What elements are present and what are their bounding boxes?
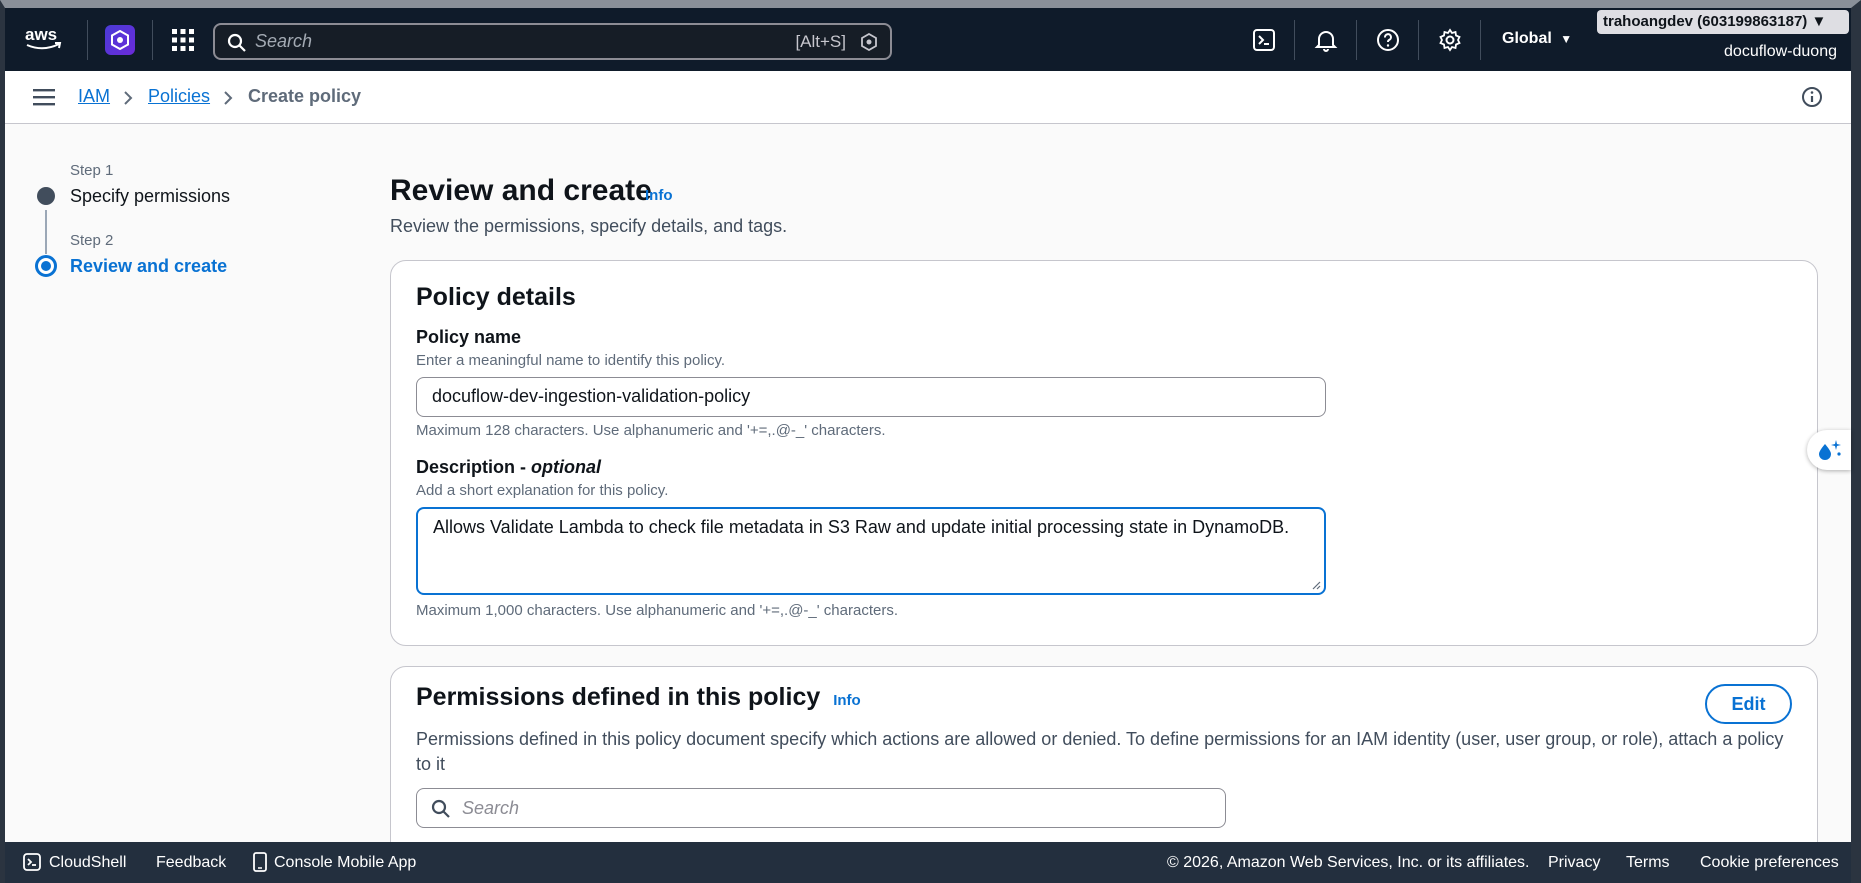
search-icon bbox=[431, 799, 450, 818]
console-footer: CloudShell Feedback Console Mobile App ©… bbox=[5, 842, 1851, 883]
footer-privacy-link[interactable]: Privacy bbox=[1548, 854, 1600, 872]
description-value: Allows Validate Lambda to check file met… bbox=[433, 517, 1290, 537]
account-user[interactable]: docuflow-duong bbox=[1724, 43, 1837, 61]
footer-copyright: © 2026, Amazon Web Services, Inc. or its… bbox=[1167, 854, 1530, 871]
policy-name-desc: Enter a meaningful name to identify this… bbox=[416, 352, 726, 369]
account-menu[interactable]: trahoangdev (603199863187) ▼ bbox=[1597, 10, 1849, 34]
breadcrumb-iam[interactable]: IAM bbox=[78, 86, 110, 107]
search-icon bbox=[227, 33, 246, 52]
policy-name-label: Policy name bbox=[416, 327, 522, 347]
description-constraint: Maximum 1,000 characters. Use alphanumer… bbox=[416, 602, 898, 619]
page-title: Review and create bbox=[390, 174, 652, 207]
chevron-right-icon bbox=[224, 91, 233, 105]
step-1-label: Step 1 bbox=[70, 162, 114, 179]
step-2-label: Step 2 bbox=[70, 232, 114, 249]
svg-text:aws: aws bbox=[25, 25, 57, 44]
sparkle-droplet-icon bbox=[1819, 440, 1841, 460]
breadcrumb-policies[interactable]: Policies bbox=[148, 86, 210, 107]
top-navigation: aws Search [Alt+S] Global ▼ trahoangdev … bbox=[5, 8, 1851, 71]
global-search-input[interactable]: Search [Alt+S] bbox=[213, 23, 892, 60]
aws-logo[interactable]: aws bbox=[23, 22, 65, 54]
step-1-title[interactable]: Specify permissions bbox=[70, 186, 230, 207]
footer-mobile-app-link[interactable]: Console Mobile App bbox=[274, 854, 416, 872]
permissions-search-placeholder: Search bbox=[462, 798, 520, 818]
help-icon[interactable] bbox=[1376, 28, 1400, 52]
region-label: Global bbox=[1502, 30, 1552, 47]
caret-down-icon: ▼ bbox=[1560, 32, 1573, 46]
permissions-title-text: Permissions defined in this policy bbox=[416, 683, 821, 711]
search-hint-icon bbox=[861, 33, 877, 51]
page-info-link[interactable]: Info bbox=[645, 187, 673, 204]
description-textarea[interactable]: Allows Validate Lambda to check file met… bbox=[416, 507, 1326, 595]
permissions-search-input[interactable]: Search bbox=[416, 788, 1226, 828]
description-optional: optional bbox=[531, 457, 602, 477]
cloudshell-icon[interactable] bbox=[1252, 28, 1276, 52]
region-selector[interactable]: Global ▼ bbox=[1502, 30, 1572, 48]
description-desc: Add a short explanation for this policy. bbox=[416, 482, 669, 499]
search-placeholder: Search bbox=[255, 31, 313, 51]
page-subtitle: Review the permissions, specify details,… bbox=[390, 216, 788, 236]
app-badge-icon[interactable] bbox=[105, 25, 135, 55]
footer-terms-link[interactable]: Terms bbox=[1626, 854, 1670, 872]
search-shortcut: [Alt+S] bbox=[795, 31, 846, 51]
policy-name-constraint: Maximum 128 characters. Use alphanumeric… bbox=[416, 422, 886, 439]
menu-icon[interactable] bbox=[33, 88, 55, 106]
step-2-indicator bbox=[35, 255, 57, 277]
permissions-description: Permissions defined in this policy docum… bbox=[416, 729, 1784, 774]
cloudshell-icon bbox=[23, 853, 41, 871]
permissions-title: Permissions defined in this policy Info bbox=[416, 683, 861, 712]
footer-cloudshell-link[interactable]: CloudShell bbox=[49, 854, 126, 872]
settings-icon[interactable] bbox=[1438, 28, 1462, 52]
side-assistant-button[interactable] bbox=[1807, 430, 1851, 470]
description-label: Description - optional bbox=[416, 457, 601, 478]
policy-name-input[interactable]: docuflow-dev-ingestion-validation-policy bbox=[416, 377, 1326, 417]
policy-details-title: Policy details bbox=[416, 283, 576, 311]
info-panel-icon[interactable] bbox=[1801, 86, 1823, 108]
bell-icon[interactable] bbox=[1314, 28, 1338, 52]
step-1-indicator bbox=[37, 187, 55, 205]
step-connector bbox=[45, 210, 47, 254]
footer-cookie-preferences-link[interactable]: Cookie preferences bbox=[1700, 854, 1839, 872]
breadcrumb-current: Create policy bbox=[248, 86, 362, 106]
edit-button[interactable]: Edit bbox=[1705, 684, 1792, 724]
footer-feedback-link[interactable]: Feedback bbox=[156, 854, 226, 872]
policy-details-card: Policy details Policy name Enter a meani… bbox=[390, 260, 1818, 646]
breadcrumb-bar: IAM Policies Create policy bbox=[5, 71, 1851, 124]
permissions-info-link[interactable]: Info bbox=[833, 692, 861, 709]
services-grid-icon[interactable] bbox=[171, 28, 195, 52]
resize-handle-icon[interactable] bbox=[1311, 580, 1321, 590]
mobile-phone-icon bbox=[253, 852, 267, 872]
step-2-title: Review and create bbox=[70, 256, 228, 276]
chevron-right-icon bbox=[124, 91, 133, 105]
description-label-text: Description - bbox=[416, 457, 527, 477]
